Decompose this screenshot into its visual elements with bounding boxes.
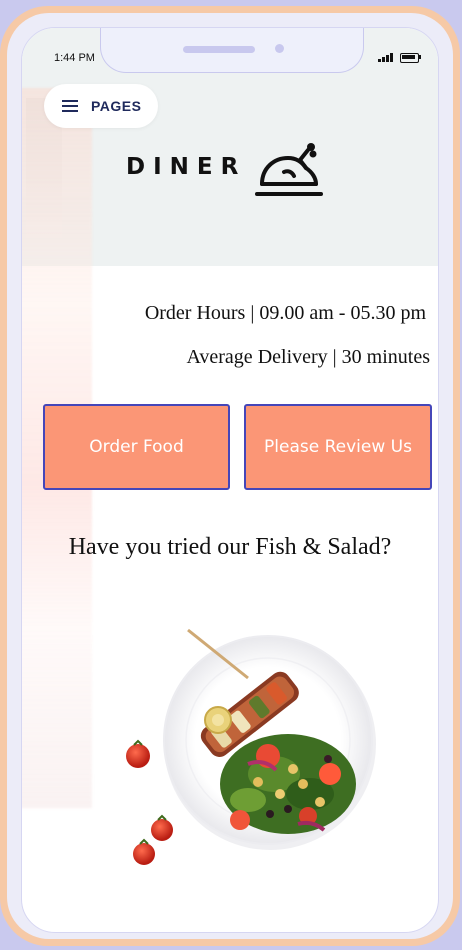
pages-menu-button[interactable]: PAGES (44, 84, 158, 128)
pages-label: PAGES (91, 98, 142, 114)
status-icons (378, 50, 428, 64)
app-screen: 1:44 PM PAGES DINER Order Hours | 09.00 … (21, 27, 439, 933)
brand-name: DINER (126, 154, 247, 180)
average-delivery: Average Delivery | 30 minutes (186, 346, 430, 368)
front-camera (275, 44, 284, 53)
chicken-icon (255, 143, 323, 196)
fish-salad-image (126, 628, 376, 865)
speaker-grille (183, 46, 255, 53)
battery-icon (400, 53, 419, 63)
phone-notch (100, 28, 364, 73)
battery-tip (419, 55, 421, 59)
phone-bezel: 1:44 PM PAGES DINER Order Hours | 09.00 … (7, 13, 453, 939)
phone-frame: 1:44 PM PAGES DINER Order Hours | 09.00 … (0, 6, 460, 946)
menu-icon (62, 100, 78, 112)
status-time: 1:44 PM (54, 52, 95, 64)
promo-headline: Have you tried our Fish & Salad? (68, 534, 392, 560)
order-hours: Order Hours | 09.00 am - 05.30 pm (144, 302, 426, 324)
review-us-button[interactable]: Please Review Us (244, 404, 432, 490)
order-food-button[interactable]: Order Food (43, 404, 230, 490)
